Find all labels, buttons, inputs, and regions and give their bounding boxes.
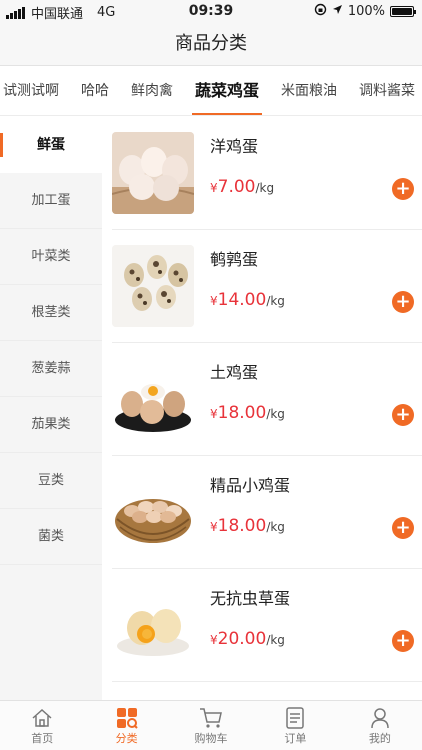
sidebar-item-fresh-eggs[interactable]: 鲜蛋 <box>0 117 102 173</box>
product-image-brown-eggs[interactable] <box>112 358 194 440</box>
product-item[interactable]: 鹌鹑蛋 ¥14.00/kg + <box>112 230 422 343</box>
product-name: 无抗虫草蛋 <box>210 589 291 608</box>
tabbar-cart-label: 购物车 <box>194 732 228 745</box>
page-title: 商品分类 <box>175 33 247 54</box>
product-name: 精品小鸡蛋 <box>210 476 291 495</box>
category-tabs-track: 试测试啊 哈哈 鲜肉禽 蔬菜鸡蛋 米面粮油 调料酱菜 新 <box>0 66 422 115</box>
sidebar-item-beans[interactable]: 豆类 <box>0 453 102 509</box>
tabbar-home-label: 首页 <box>31 732 54 745</box>
product-list: 洋鸡蛋 ¥7.00/kg + 鹌鹑蛋 ¥14.00/kg + 土鸡蛋 ¥18.0… <box>102 117 422 700</box>
add-to-cart-button[interactable]: + <box>392 291 414 313</box>
product-image-quail-eggs[interactable] <box>112 245 194 327</box>
product-item[interactable]: 洋鸡蛋 ¥7.00/kg + <box>112 117 422 230</box>
tabbar-category[interactable]: 分类 <box>84 701 168 750</box>
category-tabs: 试测试啊 哈哈 鲜肉禽 蔬菜鸡蛋 米面粮油 调料酱菜 新 <box>0 66 422 116</box>
add-to-cart-button[interactable]: + <box>392 178 414 200</box>
app-screen: 中国联通 4G 09:39 100% 商品分类 试测试啊 哈哈 鲜肉禽 蔬菜鸡蛋… <box>0 0 422 750</box>
sidebar-item-leafy-veg[interactable]: 叶菜类 <box>0 229 102 285</box>
sidebar-item-fruit-veg[interactable]: 茄果类 <box>0 397 102 453</box>
cart-icon <box>169 706 253 730</box>
product-price: ¥18.00/kg <box>210 403 285 423</box>
product-image-white-eggs[interactable] <box>112 132 194 214</box>
battery-icon <box>390 6 416 17</box>
status-bar: 中国联通 4G 09:39 100% <box>0 0 422 22</box>
nav-bar: 商品分类 <box>0 22 422 66</box>
tabbar-home[interactable]: 首页 <box>0 701 84 750</box>
product-price: ¥14.00/kg <box>210 290 285 310</box>
battery-percent: 100% <box>347 4 385 19</box>
tab-condiments[interactable]: 调料酱菜 <box>348 66 422 115</box>
product-name: 洋鸡蛋 <box>210 137 259 156</box>
tabbar-profile-label: 我的 <box>368 732 391 745</box>
sidebar-item-mushrooms[interactable]: 菌类 <box>0 509 102 565</box>
home-icon <box>0 706 84 730</box>
tabbar-orders[interactable]: 订单 <box>253 701 337 750</box>
bottom-tab-bar: 首页 分类 购物车 订单 我的 <box>0 700 422 750</box>
product-price: ¥18.00/kg <box>210 516 285 536</box>
category-icon <box>84 706 168 730</box>
tabbar-profile[interactable]: 我的 <box>338 701 422 750</box>
product-price: ¥7.00/kg <box>210 177 275 197</box>
tabbar-cart[interactable]: 购物车 <box>169 701 253 750</box>
product-item[interactable]: 精品小鸡蛋 ¥18.00/kg + <box>112 456 422 569</box>
product-item[interactable]: 无抗虫草蛋 ¥20.00/kg + <box>112 569 422 682</box>
tabbar-category-label: 分类 <box>115 732 138 745</box>
add-to-cart-button[interactable]: + <box>392 404 414 426</box>
product-image-cordyceps-eggs[interactable] <box>112 584 194 666</box>
subcategory-sidebar: 鲜蛋 加工蛋 叶菜类 根茎类 葱姜蒜 茄果类 豆类 菌类 <box>0 117 102 700</box>
tab-meat-poultry[interactable]: 鲜肉禽 <box>120 66 184 115</box>
profile-icon <box>338 706 422 730</box>
add-to-cart-button[interactable]: + <box>392 630 414 652</box>
location-icon <box>332 4 343 19</box>
product-price: ¥20.00/kg <box>210 629 285 649</box>
tab-rice-grain-oil[interactable]: 米面粮油 <box>270 66 348 115</box>
order-icon <box>253 706 337 730</box>
tab-haha[interactable]: 哈哈 <box>70 66 120 115</box>
status-right: 100% <box>314 3 416 20</box>
product-image-small-eggs[interactable] <box>112 471 194 553</box>
tab-vegetables-eggs[interactable]: 蔬菜鸡蛋 <box>184 66 270 115</box>
tab-test[interactable]: 试测试啊 <box>0 66 70 115</box>
sidebar-item-onion-ginger-garlic[interactable]: 葱姜蒜 <box>0 341 102 397</box>
product-item[interactable]: 土鸡蛋 ¥18.00/kg + <box>112 343 422 456</box>
sidebar-item-root-veg[interactable]: 根茎类 <box>0 285 102 341</box>
tabbar-orders-label: 订单 <box>284 732 307 745</box>
add-to-cart-button[interactable]: + <box>392 517 414 539</box>
product-name: 鹌鹑蛋 <box>210 250 259 269</box>
product-name: 土鸡蛋 <box>210 363 259 382</box>
sidebar-item-processed-eggs[interactable]: 加工蛋 <box>0 173 102 229</box>
rotation-lock-icon <box>314 3 327 20</box>
